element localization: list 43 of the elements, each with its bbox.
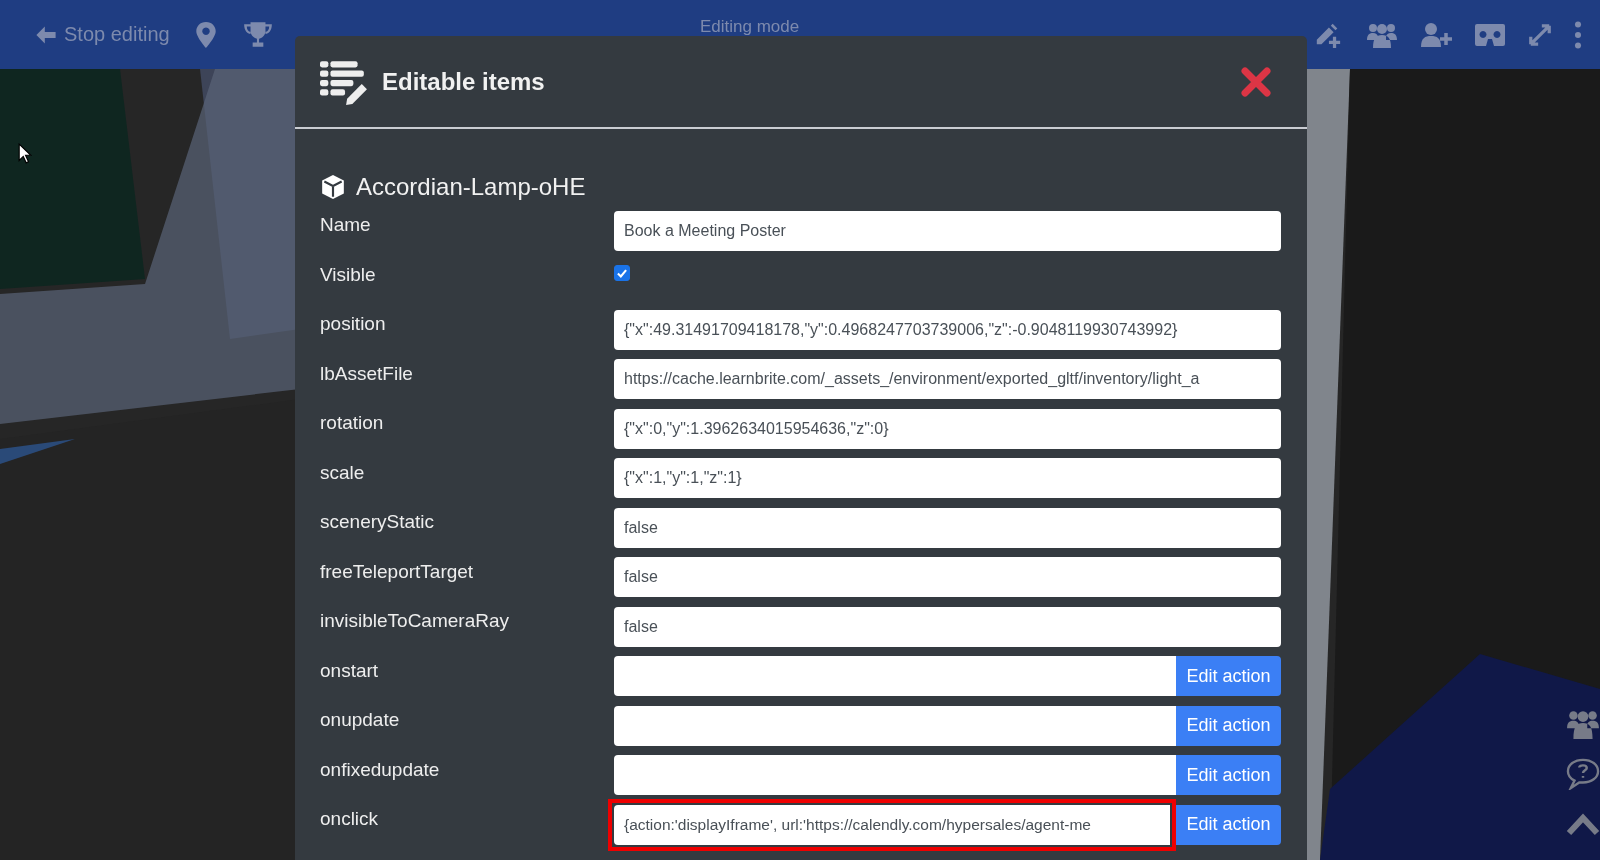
field-label: onfixedupdate xyxy=(320,757,441,781)
add-user-icon[interactable] xyxy=(1420,20,1452,49)
input-field[interactable]: Book a Meeting Poster xyxy=(614,210,1281,251)
input-field[interactable]: {"x":49.31491709418178,"y":0.4968247703739006,"z":-0.9048119930743992} xyxy=(614,309,1281,350)
trophy-icon[interactable] xyxy=(241,20,274,49)
help-bubble-icon[interactable] xyxy=(1566,758,1600,790)
list-edit-icon xyxy=(320,58,368,105)
input-field[interactable] xyxy=(614,656,1176,697)
cursor-icon xyxy=(18,143,32,164)
dialog-title: Editable items xyxy=(382,67,546,96)
map-pin-icon[interactable] xyxy=(193,20,218,49)
field-label: scale xyxy=(320,460,366,484)
field-label: freeTeleportTarget xyxy=(320,559,475,583)
input-field[interactable]: https://cache.learnbrite.com/_assets_/environment/exported_gltf/inventory/light_a xyxy=(614,359,1281,400)
field-label: onstart xyxy=(320,658,380,682)
input-field[interactable]: false xyxy=(614,557,1281,598)
more-menu-icon[interactable] xyxy=(1574,20,1582,49)
edit-action-button[interactable]: Edit action xyxy=(1176,656,1281,697)
input-field[interactable]: false xyxy=(614,606,1281,647)
input-field[interactable] xyxy=(614,705,1176,746)
field-label: rotation xyxy=(320,411,385,434)
edit-action-button[interactable]: Edit action xyxy=(1176,705,1281,746)
field-label: sceneryStatic xyxy=(320,510,436,533)
field-label: Name xyxy=(320,213,372,236)
input-field[interactable]: {"x":0,"y":1.3962634015954636,"z":0} xyxy=(614,408,1281,449)
edit-action-button[interactable]: Edit action xyxy=(1176,804,1281,845)
field-label: onclick xyxy=(320,807,380,830)
field-label: Visible xyxy=(320,262,377,286)
input-field[interactable]: false xyxy=(614,507,1281,548)
close-icon[interactable] xyxy=(1241,66,1271,97)
users-icon[interactable] xyxy=(1566,708,1600,740)
object-name: Accordian-Lamp-oHE xyxy=(356,173,586,201)
edit-action-button[interactable]: Edit action xyxy=(1176,755,1281,796)
visible-checkbox[interactable] xyxy=(614,264,630,281)
field-label: position xyxy=(320,312,387,335)
field-label: onupdate xyxy=(320,708,401,731)
field-label: invisibleToCameraRay xyxy=(320,609,511,632)
field-label: lbAssetFile xyxy=(320,361,414,385)
input-field[interactable]: {"x":1,"y":1,"z":1} xyxy=(614,458,1281,499)
input-field[interactable]: {action:'displayIframe', url:'https://calendly.com/hypersales/agent-me xyxy=(614,804,1170,845)
mode-title: Editing mode xyxy=(700,18,800,36)
input-field[interactable] xyxy=(614,755,1176,796)
cube-icon xyxy=(320,174,346,200)
